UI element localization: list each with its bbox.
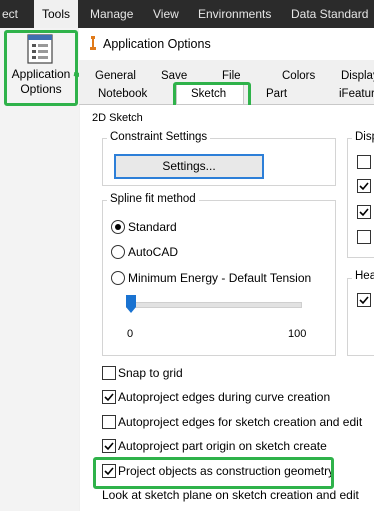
heads-up-option-checkbox[interactable] [357, 293, 371, 307]
slider-max-label: 100 [288, 328, 307, 340]
display-group-title: Disp [352, 131, 374, 143]
ribbon-tab-data-standard[interactable]: Data Standard [291, 0, 368, 28]
look-at-sketch-plane-label: Look at sketch plane on sketch creation … [102, 488, 359, 502]
radio-minimum-energy-label: Minimum Energy - Default Tension [128, 271, 312, 285]
slider-min-label: 0 [127, 328, 134, 340]
dialog-title: Application Options [103, 37, 211, 51]
autoproject-edges-edit-checkbox[interactable] [102, 415, 116, 429]
tab-ifeature[interactable]: iFeature [339, 86, 374, 102]
spline-fit-title: Spline fit method [107, 193, 199, 205]
display-option-1-checkbox[interactable] [357, 155, 371, 169]
tab-display[interactable]: Display [341, 68, 374, 84]
constraint-settings-title: Constraint Settings [107, 131, 211, 143]
dialog-titlebar: Application Options [79, 28, 374, 60]
tension-slider-track[interactable] [126, 302, 302, 308]
tab-notebook[interactable]: Notebook [98, 86, 147, 102]
snap-to-grid-checkbox[interactable] [102, 366, 116, 380]
tab-part[interactable]: Part [266, 86, 287, 102]
radio-minimum-energy[interactable] [111, 271, 125, 285]
tab-general[interactable]: General [95, 68, 136, 84]
snap-to-grid-label: Snap to grid [118, 366, 183, 380]
project-objects-highlight [93, 457, 334, 489]
ribbon-tab-sketch-partial[interactable]: ect [0, 0, 32, 28]
tension-slider-thumb[interactable] [126, 295, 136, 313]
application-options-button[interactable]: Application Options [4, 30, 78, 106]
ribbon-tab-view[interactable]: View [153, 0, 179, 28]
heads-up-group-title: Hea [352, 270, 374, 282]
radio-autocad-label: AutoCAD [128, 245, 179, 259]
radio-standard[interactable] [111, 220, 125, 234]
autoproject-curve-checkbox[interactable] [102, 390, 116, 404]
autoproject-edges-edit-label: Autoproject edges for sketch creation an… [118, 415, 363, 429]
ribbon-tab-environments[interactable]: Environments [198, 0, 271, 28]
autoproject-curve-label: Autoproject edges during curve creation [118, 390, 331, 404]
settings-button-label: Settings... [162, 159, 216, 173]
ribbon-tab-tools[interactable]: Tools [34, 0, 78, 28]
autoproject-origin-label: Autoproject part origin on sketch create [118, 439, 327, 453]
tab-colors[interactable]: Colors [282, 68, 315, 84]
autoproject-origin-checkbox[interactable] [102, 439, 116, 453]
radio-standard-label: Standard [128, 220, 177, 234]
display-option-4-checkbox[interactable] [357, 230, 371, 244]
ribbon-bar: ect Tools Manage View Environments Data … [0, 0, 374, 28]
options-dialog-icon [27, 34, 53, 67]
ribbon-tab-manage[interactable]: Manage [90, 0, 133, 28]
inventor-logo-icon [89, 36, 96, 50]
display-option-3-checkbox[interactable] [357, 205, 371, 219]
application-options-label: Application Options [11, 67, 71, 96]
heads-up-group [347, 278, 374, 356]
display-option-2-checkbox[interactable] [357, 179, 371, 193]
section-2d-sketch-title: 2D Sketch [92, 112, 143, 124]
radio-autocad[interactable] [111, 245, 125, 259]
settings-button[interactable]: Settings... [114, 154, 264, 179]
